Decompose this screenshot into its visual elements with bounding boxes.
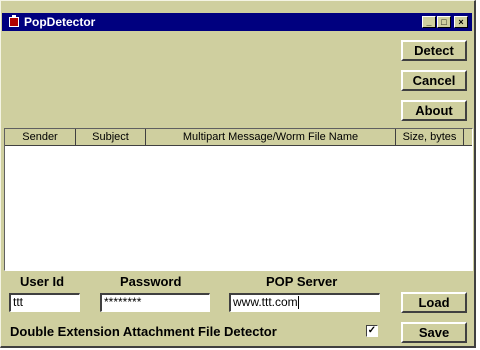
column-header-sender[interactable]: Sender — [5, 129, 76, 146]
password-value: ******** — [104, 295, 142, 309]
column-header-filler — [464, 129, 472, 146]
maximize-button[interactable]: □ — [437, 16, 451, 28]
column-header-file-name[interactable]: Multipart Message/Worm File Name — [146, 129, 396, 146]
save-button[interactable]: Save — [401, 322, 467, 343]
column-header-subject[interactable]: Subject — [76, 129, 146, 146]
double-extension-label: Double Extension Attachment File Detecto… — [10, 324, 277, 339]
user-id-label: User Id — [20, 274, 65, 289]
text-caret — [297, 296, 299, 310]
results-list[interactable]: Sender Subject Multipart Message/Worm Fi… — [4, 128, 473, 271]
app-icon[interactable] — [9, 15, 19, 27]
column-header-size[interactable]: Size, bytes — [396, 129, 464, 146]
pop-server-value: www.ttt.com — [233, 295, 298, 309]
password-input[interactable]: ******** — [100, 293, 210, 312]
load-button[interactable]: Load — [401, 292, 467, 313]
detect-button[interactable]: Detect — [401, 40, 467, 61]
about-button[interactable]: About — [401, 100, 467, 121]
pop-server-label: POP Server — [266, 274, 338, 289]
user-id-input[interactable]: ttt — [9, 293, 80, 312]
double-extension-checkbox[interactable]: ✓ — [366, 325, 378, 337]
close-button[interactable]: × — [454, 16, 468, 28]
pop-server-input[interactable]: www.ttt.com — [229, 293, 380, 312]
user-id-value: ttt — [13, 295, 24, 309]
cancel-button[interactable]: Cancel — [401, 70, 467, 91]
window-title: PopDetector — [24, 15, 96, 29]
minimize-button[interactable]: _ — [422, 16, 436, 28]
password-label: Password — [120, 274, 182, 289]
